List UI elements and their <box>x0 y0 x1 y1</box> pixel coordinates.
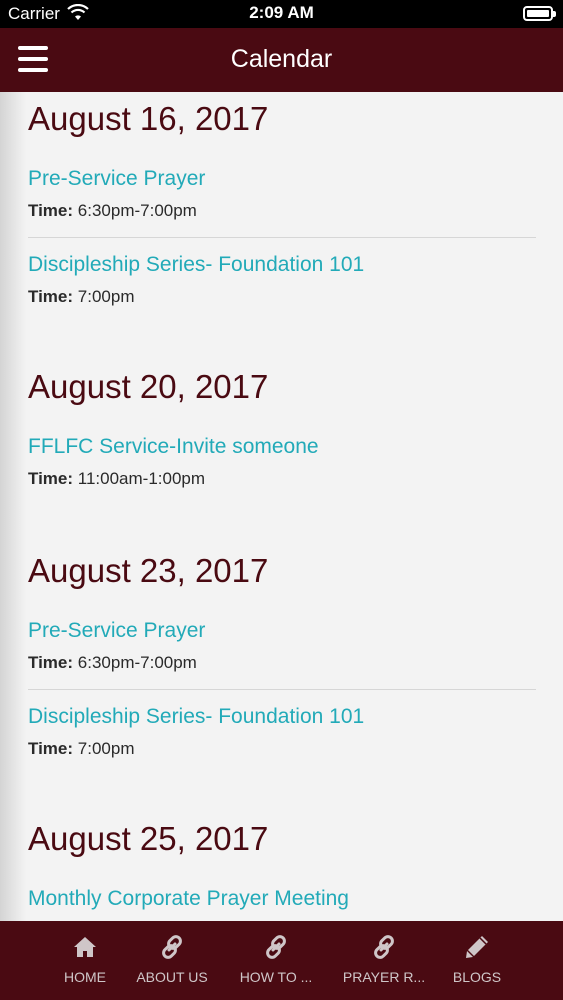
tab-label: ABOUT US <box>136 969 208 985</box>
page-title: Calendar <box>230 45 333 73</box>
event-title[interactable]: FFLFC Service-Invite someone <box>28 434 536 460</box>
event-title[interactable]: Pre-Service Prayer <box>28 618 536 644</box>
event-item[interactable]: Monthly Corporate Prayer Meeting <box>28 886 536 912</box>
status-bar: Carrier 2:09 AM <box>0 0 563 28</box>
event-time: Time: 6:30pm-7:00pm <box>28 200 536 222</box>
event-title[interactable]: Discipleship Series- Foundation 101 <box>28 252 536 278</box>
event-time: Time: 7:00pm <box>28 286 536 308</box>
calendar-list[interactable]: August 16, 2017 Pre-Service Prayer Time:… <box>0 92 563 921</box>
event-time: Time: 11:00am-1:00pm <box>28 468 536 490</box>
time-value: 7:00pm <box>77 739 135 758</box>
link-icon <box>162 935 182 959</box>
battery-icon <box>523 6 556 21</box>
tab-label: BLOGS <box>452 969 502 985</box>
divider <box>28 689 536 690</box>
time-label: Time: <box>28 201 74 220</box>
event-item[interactable]: Pre-Service Prayer Time: 6:30pm-7:00pm <box>28 166 536 222</box>
day-heading: August 20, 2017 <box>28 368 269 405</box>
time-label: Time: <box>28 653 74 672</box>
day-group: August 25, 2017 Monthly Corporate Prayer… <box>28 820 536 912</box>
time-value: 6:30pm-7:00pm <box>77 653 197 672</box>
edge-shadow <box>0 92 26 921</box>
day-group: August 20, 2017 FFLFC Service-Invite som… <box>28 368 536 490</box>
event-item[interactable]: Discipleship Series- Foundation 101 Time… <box>28 704 536 760</box>
day-heading: August 23, 2017 <box>28 552 269 589</box>
link-icon <box>374 935 394 959</box>
clock: 2:09 AM <box>249 3 314 22</box>
link-icon <box>266 935 286 959</box>
menu-icon[interactable] <box>18 46 48 72</box>
time-label: Time: <box>28 739 74 758</box>
time-value: 11:00am-1:00pm <box>77 469 206 488</box>
divider <box>28 237 536 238</box>
event-time: Time: 7:00pm <box>28 738 536 760</box>
event-title[interactable]: Discipleship Series- Foundation 101 <box>28 704 536 730</box>
day-heading: August 25, 2017 <box>28 820 269 857</box>
tab-label: HOME <box>64 969 106 985</box>
tab-about-us[interactable]: ABOUT US <box>126 921 218 1000</box>
event-title[interactable]: Monthly Corporate Prayer Meeting <box>28 886 536 912</box>
tab-bar: HOME ABOUT US HOW TO ... PRAYER R... BLO… <box>0 921 563 1000</box>
tab-label: HOW TO ... <box>239 969 313 985</box>
event-title[interactable]: Pre-Service Prayer <box>28 166 536 192</box>
tab-home[interactable]: HOME <box>45 921 125 1000</box>
time-label: Time: <box>28 469 74 488</box>
tab-prayer-requests[interactable]: PRAYER R... <box>334 921 434 1000</box>
pencil-icon <box>466 936 488 958</box>
day-group: August 16, 2017 Pre-Service Prayer Time:… <box>28 100 536 308</box>
time-value: 7:00pm <box>77 287 135 306</box>
tab-how-to[interactable]: HOW TO ... <box>228 921 324 1000</box>
event-item[interactable]: FFLFC Service-Invite someone Time: 11:00… <box>28 434 536 490</box>
time-value: 6:30pm-7:00pm <box>77 201 197 220</box>
tab-label: PRAYER R... <box>342 969 426 985</box>
event-item[interactable]: Pre-Service Prayer Time: 6:30pm-7:00pm <box>28 618 536 674</box>
home-icon <box>74 937 96 957</box>
event-time: Time: 6:30pm-7:00pm <box>28 652 536 674</box>
day-heading: August 16, 2017 <box>28 100 269 137</box>
nav-bar: Calendar <box>0 28 563 92</box>
tab-blogs[interactable]: BLOGS <box>440 921 514 1000</box>
time-label: Time: <box>28 287 74 306</box>
day-group: August 23, 2017 Pre-Service Prayer Time:… <box>28 552 536 760</box>
event-item[interactable]: Discipleship Series- Foundation 101 Time… <box>28 252 536 308</box>
